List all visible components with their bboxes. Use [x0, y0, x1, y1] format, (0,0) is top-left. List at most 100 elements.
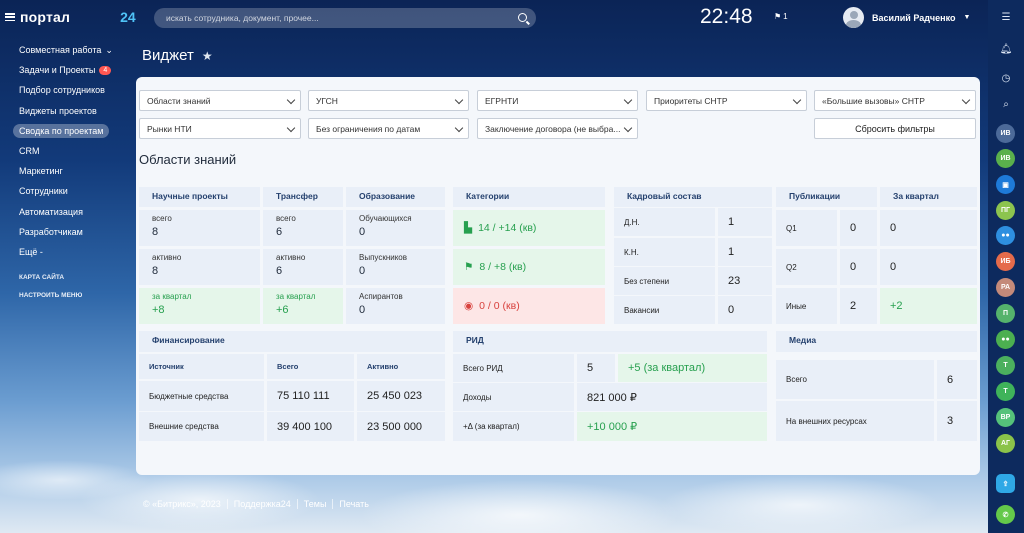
stat-value: +8: [152, 304, 165, 316]
stat-value: 6: [276, 265, 283, 277]
team-icon[interactable]: ●●: [996, 330, 1015, 349]
avatar-t2[interactable]: Т: [996, 382, 1015, 401]
header-education: Образование: [346, 187, 445, 207]
user-avatar: [843, 7, 864, 28]
avatar-initials: ВР: [1000, 414, 1011, 421]
stat-label: активно: [276, 253, 306, 262]
filter-sntr-priorities[interactable]: Приоритеты СНТР: [646, 90, 807, 111]
footer-support-link[interactable]: Поддержка24: [226, 499, 297, 509]
sitemap-link[interactable]: КАРТА САЙТА: [12, 268, 132, 286]
stat-label: активно: [152, 253, 182, 262]
pub-label-q2: Q2: [776, 249, 837, 285]
avatar-ra[interactable]: РА: [996, 278, 1015, 297]
menu-item-crm[interactable]: CRM: [12, 141, 132, 161]
pub-label-q1: Q1: [776, 210, 837, 246]
pub-label-other: Иные: [776, 288, 837, 324]
search-placeholder: искать сотрудника, документ, прочее...: [166, 13, 319, 23]
bell-icon[interactable]: 🔔︎: [999, 44, 1013, 58]
avatar-initials: АГ: [1000, 440, 1011, 447]
header-publications: Публикации: [776, 187, 877, 207]
warning-circle-icon: ◉: [464, 300, 474, 312]
staff-value-kn: 1: [718, 238, 772, 266]
menu-item-staff-search[interactable]: Подбор сотрудников: [12, 80, 132, 100]
finance-total-budget: 75 110 111: [267, 381, 354, 411]
clock-icon[interactable]: ◷: [999, 73, 1013, 87]
filter-egrnti[interactable]: ЕГРНТИ: [477, 90, 638, 111]
reset-filters-button[interactable]: Сбросить фильтры: [814, 118, 976, 139]
chevron-down-icon: ⌄: [105, 44, 113, 55]
chevron-down-icon: ▼: [963, 14, 971, 21]
clock: 22:48: [700, 5, 753, 28]
hamburger-icon[interactable]: ☰: [999, 12, 1013, 26]
menu-item-label: Задачи и Проекты: [19, 65, 96, 76]
stat-label: Выпускников: [359, 253, 408, 262]
menu-item-marketing[interactable]: Маркетинг: [12, 161, 132, 181]
rid-label-delta: +Δ (за квартал): [453, 412, 574, 441]
header-transfer: Трансфер: [263, 187, 343, 207]
menu-item-collaboration[interactable]: Совместная работа ⌄: [12, 40, 132, 60]
search-icon[interactable]: ⌕: [999, 99, 1013, 113]
menu-item-developers[interactable]: Разработчикам: [12, 222, 132, 242]
menu-burger-icon[interactable]: [5, 13, 15, 21]
group-icon[interactable]: ●●: [996, 226, 1015, 245]
widget-card: Области знаний УГСН ЕГРНТИ Приоритеты СН…: [136, 77, 980, 475]
star-icon[interactable]: ★: [202, 49, 213, 63]
stat-label: всего: [152, 214, 172, 223]
avatar-pg[interactable]: ПГ: [996, 201, 1015, 220]
avatar-t1[interactable]: Т: [996, 356, 1015, 375]
media-label-external: На внешних ресурсах: [776, 401, 934, 441]
menu-item-project-summary[interactable]: Сводка по проектам: [12, 121, 132, 141]
search-icon[interactable]: [518, 13, 527, 22]
user-avatar-ic[interactable]: ИВ: [996, 124, 1015, 143]
filter-ugsn[interactable]: УГСН: [308, 90, 469, 111]
filter-big-challenges[interactable]: «Большие вызовы» СНТР: [814, 90, 976, 111]
menu-item-project-widgets[interactable]: Виджеты проектов: [12, 101, 132, 121]
logo-text: портал: [20, 9, 71, 25]
stat-label: Обучающихся: [359, 214, 412, 223]
footer-print-link[interactable]: Печать: [332, 499, 374, 509]
avatar-iv[interactable]: ИВ: [996, 149, 1015, 168]
chevron-down-icon: [623, 95, 633, 105]
header-rid: РИД: [453, 331, 767, 352]
filter-dates[interactable]: Без ограничения по датам: [308, 118, 469, 139]
filter-nti-markets[interactable]: Рынки НТИ: [139, 118, 301, 139]
portal-logo[interactable]: портал 24: [5, 9, 136, 25]
finance-col-source: Источник: [139, 354, 264, 379]
group-chat-icon[interactable]: ▣: [996, 175, 1015, 194]
filter-contract[interactable]: Заключение договора (не выбра...: [477, 118, 638, 139]
menu-item-automation[interactable]: Автоматизация: [12, 202, 132, 222]
footer-themes-link[interactable]: Темы: [296, 499, 333, 509]
avatar-ib[interactable]: ИБ: [996, 252, 1015, 271]
menu-item-tasks[interactable]: Задачи и Проекты 4: [12, 60, 132, 80]
filter-knowledge-areas[interactable]: Области знаний: [139, 90, 301, 111]
header-finance: Финансирование: [139, 331, 445, 352]
stat-value: 6: [276, 226, 283, 238]
flag-notification[interactable]: ⚑ 1: [774, 12, 788, 21]
menu-item-employees[interactable]: Сотрудники: [12, 181, 132, 201]
configure-menu-link[interactable]: НАСТРОИТЬ МЕНЮ: [12, 286, 132, 304]
phone-icon[interactable]: ✆: [996, 505, 1015, 524]
page-title-text: Виджет: [142, 47, 194, 64]
stat-transfer-total: всего 6: [263, 210, 343, 246]
menu-item-label: Разработчикам: [19, 226, 83, 237]
pub-quarter-other: +2: [880, 288, 977, 324]
avatar-initials: ИВ: [1000, 155, 1011, 162]
rid-value-total: 5: [577, 354, 615, 382]
menu-item-more[interactable]: Ещё -: [12, 242, 132, 262]
search-input[interactable]: искать сотрудника, документ, прочее...: [154, 8, 536, 28]
filter-label: «Большие вызовы» СНТР: [822, 95, 925, 106]
category-value: 8 / +8 (кв): [479, 261, 527, 273]
menu-item-label: Виджеты проектов: [19, 105, 97, 116]
pub-quarter-q2: 0: [880, 249, 977, 285]
left-menu: Совместная работа ⌄ Задачи и Проекты 4 Под…: [12, 40, 132, 304]
stat-value: 0: [359, 265, 366, 277]
chevron-down-icon: [454, 123, 464, 133]
user-menu[interactable]: Василий Радченко ▼: [843, 7, 970, 28]
share-icon[interactable]: ⇪: [996, 474, 1015, 493]
avatar-vr[interactable]: ВР: [996, 408, 1015, 427]
header-quarter: За квартал: [880, 187, 977, 207]
avatar-ag[interactable]: АГ: [996, 434, 1015, 453]
menu-item-label: Ещё -: [19, 246, 43, 257]
avatar-p[interactable]: П: [996, 304, 1015, 323]
header-media: Медиа: [776, 331, 977, 352]
